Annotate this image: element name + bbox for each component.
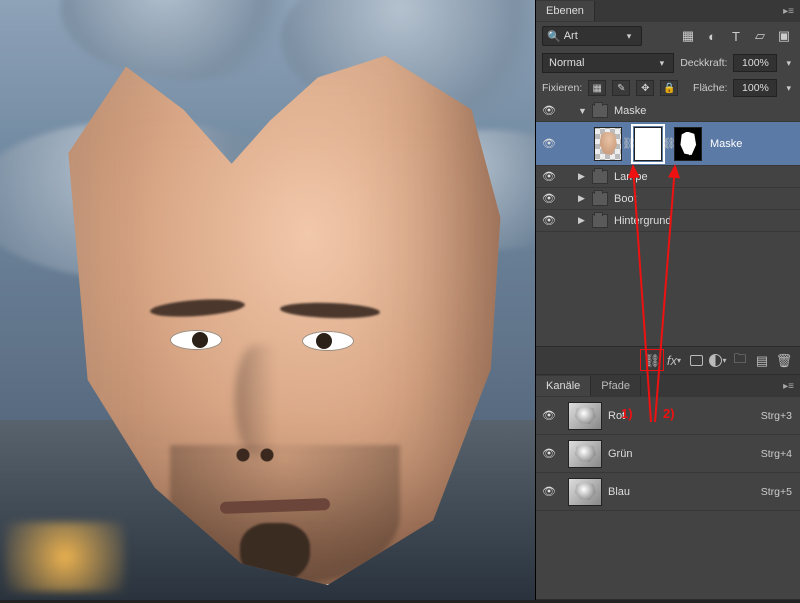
channel-label: Grün bbox=[608, 448, 761, 460]
group-label: Maske bbox=[614, 105, 646, 117]
panel-menu-icon[interactable]: ▸≡ bbox=[783, 6, 794, 17]
visibility-toggle[interactable]: 👁 bbox=[536, 104, 562, 117]
lock-transparent-icon[interactable]: ▦ bbox=[588, 80, 606, 96]
tab-layers[interactable]: Ebenen bbox=[536, 1, 595, 21]
folder-icon bbox=[592, 104, 608, 118]
tab-paths[interactable]: Pfade bbox=[591, 376, 641, 396]
folder-icon bbox=[592, 192, 608, 206]
layers-filter-bar: 🔍 ▾ ▦ ◐ T ▱ ▣ bbox=[536, 22, 800, 50]
delete-layer-icon[interactable]: 🗑 bbox=[774, 351, 794, 371]
layer-mask-thumbnail-1[interactable] bbox=[634, 127, 662, 161]
mask-link-icon[interactable]: ⛓ bbox=[662, 137, 674, 150]
layer-label: Maske bbox=[710, 138, 742, 150]
channel-shortcut: Strg+4 bbox=[761, 448, 792, 460]
layer-thumbnail[interactable] bbox=[594, 127, 622, 161]
filter-type-icon[interactable]: T bbox=[726, 26, 746, 46]
mask-face-layer bbox=[10, 35, 530, 595]
opacity-value[interactable]: 100% bbox=[733, 54, 777, 72]
new-layer-icon[interactable]: ▤ bbox=[752, 351, 772, 371]
channel-thumbnail bbox=[568, 402, 602, 430]
search-icon: 🔍 bbox=[547, 30, 561, 43]
channel-shortcut: Strg+5 bbox=[761, 486, 792, 498]
channel-thumbnail bbox=[568, 440, 602, 468]
layer-maske[interactable]: 👁 ⛓ ⛓ Maske bbox=[536, 122, 800, 166]
link-layers-icon[interactable]: ⛓ bbox=[642, 351, 662, 371]
channel-gruen[interactable]: 👁 Grün Strg+4 bbox=[536, 435, 800, 473]
cursor-pointer-icon bbox=[683, 142, 695, 158]
lock-all-icon[interactable]: 🔒 bbox=[660, 80, 678, 96]
filter-adjust-icon[interactable]: ◐ bbox=[702, 26, 722, 46]
visibility-toggle[interactable]: 👁 bbox=[536, 485, 562, 498]
mask-link-icon[interactable]: ⛓ bbox=[622, 137, 634, 150]
chevron-down-icon[interactable]: ▾ bbox=[783, 58, 794, 69]
layers-tabbar: Ebenen ▸≡ bbox=[536, 0, 800, 22]
fill-value[interactable]: 100% bbox=[733, 79, 777, 97]
group-maske[interactable]: 👁 ▼ Maske bbox=[536, 100, 800, 122]
layer-list: 👁 ▼ Maske 👁 ⛓ ⛓ bbox=[536, 100, 800, 346]
disclosure-icon[interactable]: ▶ bbox=[578, 171, 592, 182]
filter-smart-icon[interactable]: ▣ bbox=[774, 26, 794, 46]
adjustment-layer-icon[interactable]: ▾ bbox=[708, 351, 728, 371]
group-boot[interactable]: 👁 ▶ Boot bbox=[536, 188, 800, 210]
chevron-down-icon: ▾ bbox=[657, 58, 668, 69]
channel-thumbnail bbox=[568, 478, 602, 506]
visibility-toggle[interactable]: 👁 bbox=[536, 192, 562, 205]
group-lampe[interactable]: 👁 ▶ Lampe bbox=[536, 166, 800, 188]
chevron-down-icon[interactable]: ▾ bbox=[783, 83, 794, 94]
disclosure-icon[interactable]: ▼ bbox=[578, 106, 592, 116]
chevron-down-icon: ▾ bbox=[624, 31, 635, 42]
filter-pixel-icon[interactable]: ▦ bbox=[678, 26, 698, 46]
layers-panel: Ebenen ▸≡ 🔍 ▾ ▦ ◐ T ▱ ▣ Normal ▾ bbox=[535, 0, 800, 600]
folder-icon bbox=[592, 214, 608, 228]
filter-shape-icon[interactable]: ▱ bbox=[750, 26, 770, 46]
lock-label: Fixieren: bbox=[542, 82, 582, 94]
fill-label: Fläche: bbox=[693, 82, 727, 94]
panel-menu-icon[interactable]: ▸≡ bbox=[783, 381, 794, 392]
layer-filter-input[interactable] bbox=[564, 30, 624, 42]
channel-shortcut: Strg+3 bbox=[761, 410, 792, 422]
folder-icon bbox=[592, 170, 608, 184]
visibility-toggle[interactable]: 👁 bbox=[536, 170, 562, 183]
lock-position-icon[interactable]: ✥ bbox=[636, 80, 654, 96]
visibility-toggle[interactable]: 👁 bbox=[536, 137, 562, 150]
channel-label: Blau bbox=[608, 486, 761, 498]
disclosure-icon[interactable]: ▶ bbox=[578, 215, 592, 226]
lock-pixels-icon[interactable]: ✎ bbox=[612, 80, 630, 96]
disclosure-icon[interactable]: ▶ bbox=[578, 193, 592, 204]
group-label: Lampe bbox=[614, 171, 648, 183]
channel-rot[interactable]: 👁 Rot Strg+3 bbox=[536, 397, 800, 435]
visibility-toggle[interactable]: 👁 bbox=[536, 214, 562, 227]
new-group-icon[interactable]: 🗀 bbox=[730, 351, 750, 371]
opacity-label: Deckkraft: bbox=[680, 57, 727, 69]
channel-label: Rot bbox=[608, 410, 761, 422]
channel-blau[interactable]: 👁 Blau Strg+5 bbox=[536, 473, 800, 511]
blend-mode-value: Normal bbox=[549, 57, 584, 69]
channels-tabbar: Kanäle Pfade ▸≡ bbox=[536, 375, 800, 397]
group-label: Boot bbox=[614, 193, 637, 205]
add-mask-icon[interactable] bbox=[686, 351, 706, 371]
visibility-toggle[interactable]: 👁 bbox=[536, 409, 562, 422]
document-canvas[interactable] bbox=[0, 0, 535, 600]
selection-outline bbox=[30, 45, 510, 585]
layers-footer: ⛓ fx▾ ▾ 🗀 ▤ 🗑 bbox=[536, 346, 800, 374]
visibility-toggle[interactable]: 👁 bbox=[536, 447, 562, 460]
group-label: Hintergrund bbox=[614, 215, 671, 227]
layer-filter-select[interactable]: 🔍 ▾ bbox=[542, 26, 642, 46]
tab-channels[interactable]: Kanäle bbox=[536, 376, 591, 396]
layer-mask-thumbnail-2[interactable] bbox=[674, 127, 702, 161]
blend-mode-select[interactable]: Normal ▾ bbox=[542, 53, 674, 73]
group-hintergrund[interactable]: 👁 ▶ Hintergrund bbox=[536, 210, 800, 232]
fx-icon[interactable]: fx▾ bbox=[664, 351, 684, 371]
